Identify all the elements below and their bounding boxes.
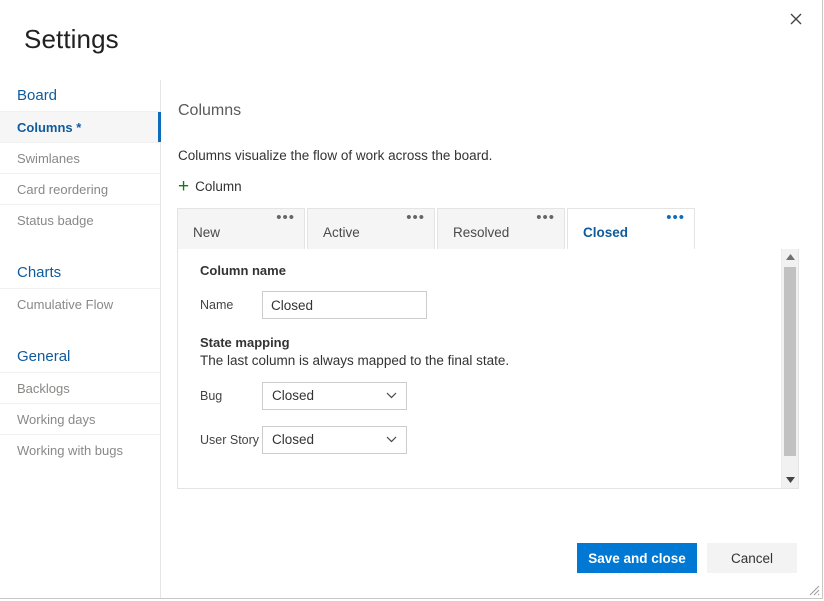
add-column-label: Column xyxy=(195,179,242,194)
sidebar-item-label: Card reordering xyxy=(17,182,109,197)
tab-active[interactable]: Active ••• xyxy=(307,208,435,250)
column-tabstrip: New ••• Active ••• Resolved ••• Closed •… xyxy=(177,208,695,250)
nav-group-header-board: Board xyxy=(17,87,58,104)
sidebar-item-swimlanes[interactable]: Swimlanes xyxy=(0,142,160,173)
chevron-down-icon xyxy=(386,392,397,399)
state-mapping-label: State mapping xyxy=(200,335,290,350)
sidebar-item-card-reordering[interactable]: Card reordering xyxy=(0,173,160,204)
sidebar-item-label: Swimlanes xyxy=(17,151,80,166)
panel-scrollbar[interactable] xyxy=(781,249,798,488)
mapping-row-bug: Bug Closed xyxy=(200,382,780,410)
sidebar-item-working-with-bugs[interactable]: Working with bugs xyxy=(0,434,160,465)
nav-group-header-general: General xyxy=(17,348,71,365)
plus-icon: + xyxy=(178,176,190,197)
sidebar-item-working-days[interactable]: Working days xyxy=(0,403,160,434)
tab-overflow-menu-icon[interactable]: ••• xyxy=(536,210,555,225)
name-field-label: Name xyxy=(200,298,234,312)
chevron-down-icon xyxy=(386,436,397,443)
state-mapping-note: The last column is always mapped to the … xyxy=(200,353,510,368)
scrollbar-thumb[interactable] xyxy=(784,267,796,456)
sidebar-item-cumulative-flow[interactable]: Cumulative Flow xyxy=(0,288,160,319)
close-icon xyxy=(790,13,802,25)
bug-state-select[interactable]: Closed xyxy=(262,382,407,410)
sidebar-item-label: Columns * xyxy=(17,120,82,135)
scroll-down-arrow-icon[interactable] xyxy=(782,472,798,488)
sidebar-item-label: Working with bugs xyxy=(17,443,123,458)
sidebar-item-label: Working days xyxy=(17,412,96,427)
tab-overflow-menu-icon[interactable]: ••• xyxy=(276,210,295,225)
tab-new[interactable]: New ••• xyxy=(177,208,305,250)
scroll-up-arrow-icon[interactable] xyxy=(782,249,798,265)
sidebar-item-label: Status badge xyxy=(17,213,94,228)
column-settings-panel: Column name Name State mapping The last … xyxy=(177,249,799,489)
tab-label: Active xyxy=(323,225,360,240)
resize-grip-icon[interactable] xyxy=(806,582,820,596)
mapping-label-user-story: User Story xyxy=(200,433,260,447)
mapping-row-user-story: User Story Closed xyxy=(200,426,780,454)
cancel-button[interactable]: Cancel xyxy=(707,543,797,573)
user-story-state-select[interactable]: Closed xyxy=(262,426,407,454)
settings-dialog: Settings Board Columns * Swimlanes Card … xyxy=(0,0,823,599)
sidebar-item-label: Cumulative Flow xyxy=(17,297,114,312)
page-title: Settings xyxy=(24,24,119,54)
mapping-label-bug: Bug xyxy=(200,389,223,403)
tab-label: New xyxy=(193,225,221,240)
nav-group-general: General Backlogs Working days Working wi… xyxy=(0,341,160,465)
content-description: Columns visualize the flow of work acros… xyxy=(178,148,493,163)
content-title: Columns xyxy=(178,102,242,119)
dialog-footer: Save and close Cancel xyxy=(0,530,822,598)
sidebar-item-backlogs[interactable]: Backlogs xyxy=(0,372,160,403)
nav-group-charts: Charts Cumulative Flow xyxy=(0,257,160,319)
nav-group-board: Board Columns * Swimlanes Card reorderin… xyxy=(0,80,161,235)
column-settings-form: Column name Name State mapping The last … xyxy=(178,249,780,488)
tab-label: Resolved xyxy=(453,225,510,240)
settings-sidebar: Board Columns * Swimlanes Card reorderin… xyxy=(0,80,161,598)
add-column-button[interactable]: + Column xyxy=(178,177,242,196)
dialog-header: Settings xyxy=(0,0,822,80)
tab-overflow-menu-icon[interactable]: ••• xyxy=(666,210,685,225)
bug-state-value: Closed xyxy=(272,388,315,403)
tab-label: Closed xyxy=(583,225,629,240)
sidebar-item-status-badge[interactable]: Status badge xyxy=(0,204,160,235)
user-story-state-value: Closed xyxy=(272,432,315,447)
tab-resolved[interactable]: Resolved ••• xyxy=(437,208,565,250)
sidebar-item-label: Backlogs xyxy=(17,381,70,396)
close-button[interactable] xyxy=(782,5,810,33)
column-name-input[interactable] xyxy=(262,291,427,319)
sidebar-item-columns[interactable]: Columns * xyxy=(0,111,161,142)
tab-overflow-menu-icon[interactable]: ••• xyxy=(406,210,425,225)
name-field-row: Name xyxy=(200,291,780,319)
settings-content: Columns Columns visualize the flow of wo… xyxy=(162,80,822,530)
tab-closed[interactable]: Closed ••• xyxy=(567,208,695,250)
column-name-group-label: Column name xyxy=(200,263,286,278)
nav-group-header-charts: Charts xyxy=(17,264,62,281)
save-and-close-button[interactable]: Save and close xyxy=(577,543,697,573)
